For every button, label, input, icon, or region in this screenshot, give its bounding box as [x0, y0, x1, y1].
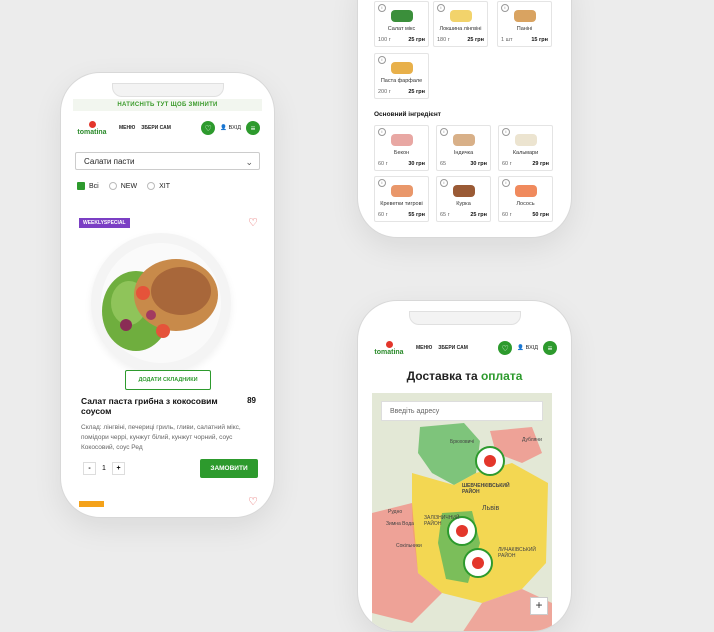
map-label: Рудно	[388, 509, 403, 515]
map-label: Сокільники	[396, 543, 422, 549]
user-icon: 👤	[517, 345, 525, 351]
ingredient-card[interactable]: i Лосось 60 г 50 грн	[498, 176, 553, 222]
tomato-icon	[385, 340, 393, 348]
map-label: Дубляни	[522, 437, 542, 443]
info-icon: i	[501, 4, 509, 12]
ingredient-card[interactable]: i Бекон 60 г 30 грн	[374, 125, 429, 171]
ingredient-image	[391, 134, 413, 146]
filter-hit[interactable]: ХІТ	[147, 182, 170, 190]
info-icon: i	[440, 179, 448, 187]
next-product-badge	[79, 501, 104, 507]
ingredient-image	[453, 185, 475, 197]
product-image	[91, 233, 231, 373]
ingredient-card[interactable]: i Курка 65 г 25 грн	[436, 176, 491, 222]
login-link[interactable]: 👤 ВХІД	[517, 345, 538, 351]
hamburger-menu-icon[interactable]: ≡	[543, 341, 557, 355]
qty-value: 1	[102, 465, 106, 472]
info-icon: i	[437, 4, 445, 12]
filter-all[interactable]: Всі	[77, 182, 99, 190]
heart-icon[interactable]: ♡	[248, 495, 258, 508]
map-label: Брюховичі	[450, 439, 475, 445]
nav-menu[interactable]: МЕНЮ	[416, 345, 432, 351]
favorites-heart-icon[interactable]: ♡	[201, 121, 216, 135]
radio-icon	[108, 182, 117, 190]
site-header: tomatina МЕНЮ ЗБЕРИ САМ ♡ 👤 ВХІД ≡	[372, 337, 557, 359]
order-button[interactable]: ЗАМОВИТИ	[200, 459, 258, 478]
salad-pasta-illustration	[101, 243, 221, 363]
page-title: Доставка та оплата	[406, 369, 523, 383]
add-ingredients-button[interactable]: ДОДАТИ СКЛАДНИКИ	[125, 370, 211, 390]
main-nav: МЕНЮ ЗБЕРИ САМ	[119, 125, 177, 131]
ingredient-image	[515, 185, 537, 197]
phone-mockup-builder: i Салат мікс 100 г 25 грн i Локшина лінгвіні…	[357, 0, 572, 238]
info-icon: i	[502, 128, 510, 136]
logo[interactable]: tomatina	[372, 340, 406, 356]
ingredient-image	[514, 10, 536, 22]
info-icon: i	[378, 56, 386, 64]
map-label: ЛИЧАКІВСЬКИЙ РАЙОН	[498, 547, 537, 559]
ingredient-image	[453, 134, 475, 146]
address-input[interactable]: Введіть адресу	[381, 401, 543, 421]
chevron-down-icon: ⌄	[245, 157, 253, 167]
weekly-special-badge: WEEKLYSPECIAL	[79, 218, 130, 228]
info-icon: i	[502, 179, 510, 187]
login-link[interactable]: 👤 ВХІД	[220, 125, 241, 131]
zoom-in-button[interactable]: +	[530, 597, 548, 615]
ingredient-card[interactable]: i Кальмари 60 г 29 грн	[498, 125, 553, 171]
map-label: ЗАЛІЗНИЧНИЙ РАЙОН	[424, 515, 460, 527]
ingredient-image	[391, 185, 413, 197]
hamburger-menu-icon[interactable]: ≡	[246, 121, 260, 135]
map-label: Львів	[482, 505, 500, 512]
user-icon: 👤	[220, 125, 228, 131]
product-description: Склад: лінгвіні, печериці гриль, гливи, …	[81, 424, 241, 451]
favorites-heart-icon[interactable]: ♡	[498, 341, 513, 355]
ingredient-card[interactable]: i Локшина лінгвіні 180 г 25 грн	[433, 1, 488, 47]
product-title: Салат паста грибна з кокосовим соусом	[81, 396, 218, 416]
qty-minus-button[interactable]: -	[83, 462, 96, 475]
category-select[interactable]: Салати пасти ⌄	[75, 152, 260, 170]
ingredient-image	[450, 10, 472, 22]
info-icon: i	[378, 4, 386, 12]
filter-new[interactable]: NEW	[108, 182, 137, 190]
quantity-stepper: - 1 +	[83, 462, 125, 475]
ingredient-card[interactable]: i Салат мікс 100 г 25 грн	[374, 1, 429, 47]
ingredient-card[interactable]: i Індичка 65 30 грн	[436, 125, 491, 171]
ingredient-image	[515, 134, 537, 146]
delivery-zone-map[interactable]: Введіть адресу Брюховичі Дубляни ШЕВЧЕНК…	[372, 393, 552, 631]
ingredient-image	[391, 62, 413, 74]
logo[interactable]: tomatina	[75, 120, 109, 136]
main-nav: МЕНЮ ЗБЕРИ САМ	[416, 345, 474, 351]
phone-notch	[408, 311, 521, 325]
product-price: 89	[247, 396, 256, 405]
radio-icon	[147, 182, 156, 190]
phone-mockup-delivery: tomatina МЕНЮ ЗБЕРИ САМ ♡ 👤 ВХІД ≡ Достав…	[357, 300, 572, 632]
heart-icon[interactable]: ♡	[248, 216, 258, 229]
info-icon: i	[440, 128, 448, 136]
tomato-icon	[88, 120, 96, 128]
info-icon: i	[378, 128, 386, 136]
phone-mockup-menu: НАТИСНІТЬ ТУТ ЩОБ ЗМІНИТИ tomatina МЕНЮ З…	[60, 72, 275, 518]
filter-radios: Всі NEW ХІТ	[77, 182, 180, 190]
ingredient-card[interactable]: i Креветки тигрові 60 г 55 грн	[374, 176, 429, 222]
ingredient-card[interactable]: i Паста фарфале 200 г 25 грн	[374, 53, 429, 99]
qty-plus-button[interactable]: +	[112, 462, 125, 475]
map-label: Зимна Вода	[386, 521, 414, 527]
section-title: Основний інгредієнт	[374, 111, 441, 118]
radio-checked-icon	[77, 182, 85, 190]
nav-build-your-own[interactable]: ЗБЕРИ САМ	[141, 125, 171, 131]
ingredient-card[interactable]: i Паніні 1 шт 15 грн	[497, 1, 552, 47]
phone-notch	[111, 83, 224, 97]
map-label: ШЕВЧЕНКІВСЬКИЙ РАЙОН	[462, 483, 510, 495]
change-location-banner[interactable]: НАТИСНІТЬ ТУТ ЩОБ ЗМІНИТИ	[73, 99, 262, 111]
nav-build-your-own[interactable]: ЗБЕРИ САМ	[438, 345, 468, 351]
ingredient-image	[391, 10, 413, 22]
info-icon: i	[378, 179, 386, 187]
site-header: tomatina МЕНЮ ЗБЕРИ САМ ♡ 👤 ВХІД ≡	[75, 117, 260, 139]
nav-menu[interactable]: МЕНЮ	[119, 125, 135, 131]
